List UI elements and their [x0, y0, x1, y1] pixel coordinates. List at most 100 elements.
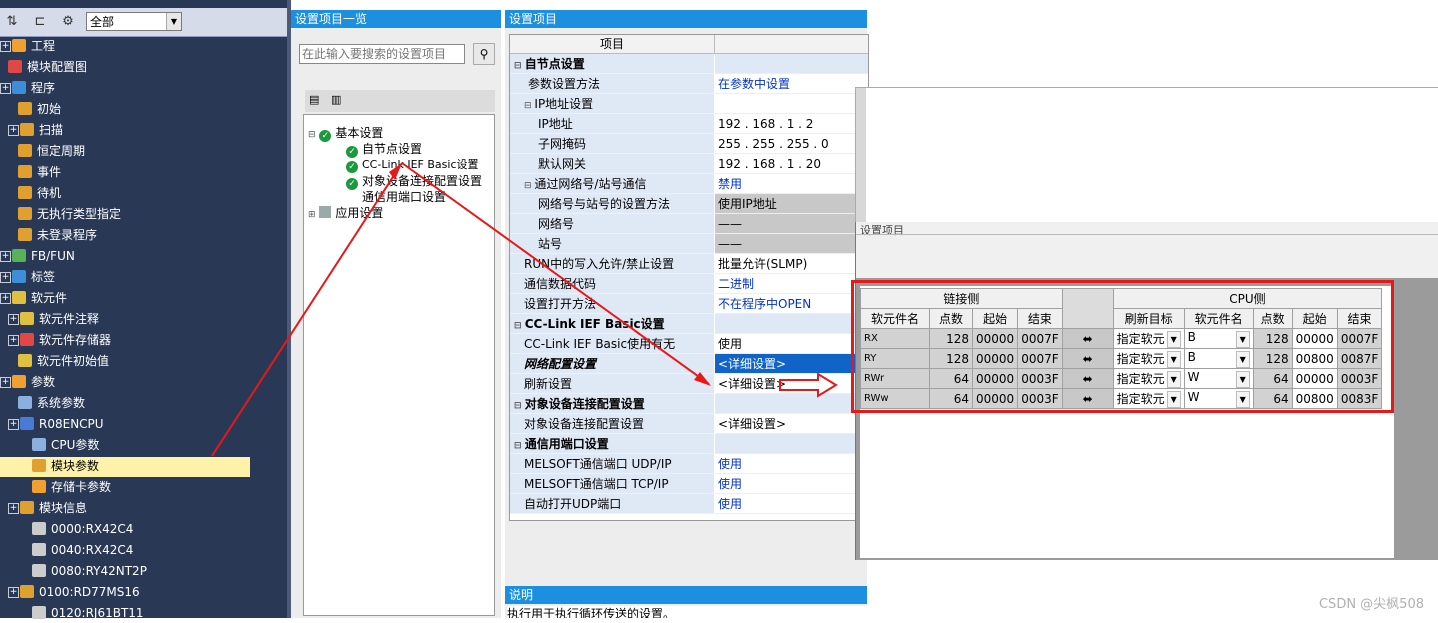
grid-value[interactable]: 255 . 255 . 255 . 0: [715, 134, 868, 154]
grid-row[interactable]: MELSOFT通信端口 TCP/IP 使用: [510, 474, 868, 494]
nav-item[interactable]: + FB/FUN: [0, 246, 75, 266]
search-input[interactable]: [299, 44, 465, 64]
tree-item-comm-port[interactable]: 通信用端口设置: [362, 189, 446, 205]
nav-item[interactable]: +0100:RD77MS16: [8, 582, 140, 602]
tree-item-target-device[interactable]: ✓ 对象设备连接配置设置: [346, 173, 482, 190]
nav-item[interactable]: + 程序: [0, 78, 55, 98]
tree-view-icon[interactable]: ⊏: [30, 12, 50, 32]
nav-item[interactable]: + 扫描: [8, 120, 63, 140]
grid-value[interactable]: [715, 394, 868, 414]
grid-value[interactable]: ——: [715, 234, 868, 254]
grid-row[interactable]: 自动打开UDP端口 使用: [510, 494, 868, 514]
grid-value[interactable]: 不在程序中OPEN: [715, 294, 868, 314]
expand-all-icon[interactable]: ▤: [309, 93, 319, 106]
tree-item-own-node[interactable]: ✓ 自节点设置: [346, 141, 422, 158]
collapse-icon[interactable]: ⊟: [524, 181, 534, 191]
sort-icon[interactable]: ⇅: [2, 12, 22, 32]
expand-icon[interactable]: +: [0, 272, 11, 283]
gear-icon[interactable]: ⚙: [58, 12, 78, 32]
grid-value[interactable]: <详细设置>: [715, 354, 868, 374]
expand-icon[interactable]: +: [0, 251, 11, 262]
grid-row[interactable]: 子网掩码 255 . 255 . 255 . 0: [510, 134, 868, 154]
grid-value[interactable]: 使用: [715, 454, 868, 474]
collapse-icon[interactable]: ⊟: [308, 130, 316, 140]
grid-row[interactable]: 网络号 ——: [510, 214, 868, 234]
grid-value[interactable]: 禁用: [715, 174, 868, 194]
nav-item[interactable]: 0120:RJ61BT11: [32, 603, 144, 623]
nav-item[interactable]: + 工程: [0, 36, 55, 56]
grid-row[interactable]: CC-Link IEF Basic使用有无 使用: [510, 334, 868, 354]
grid-value[interactable]: 批量允许(SLMP): [715, 254, 868, 274]
nav-item[interactable]: 初始: [18, 99, 61, 119]
nav-item[interactable]: + 模块信息: [8, 498, 87, 518]
collapse-all-icon[interactable]: ▥: [331, 93, 341, 106]
tree-item-cclink-ief[interactable]: ✓ CC-Link IEF Basic设置: [346, 157, 479, 173]
expand-icon[interactable]: +: [0, 41, 11, 52]
expand-icon[interactable]: +: [0, 377, 11, 388]
grid-row[interactable]: 网络号与站号的设置方法 使用IP地址: [510, 194, 868, 214]
grid-value[interactable]: 使用: [715, 494, 868, 514]
nav-item[interactable]: 模块配置图: [8, 57, 87, 77]
tree-item-basic-settings[interactable]: ⊟ ✓ 基本设置: [308, 125, 383, 142]
grid-section-row[interactable]: ⊟ CC-Link IEF Basic设置: [510, 314, 868, 334]
nav-item[interactable]: 无执行类型指定: [18, 204, 121, 224]
nav-item[interactable]: 软元件初始值: [18, 351, 109, 371]
grid-value[interactable]: [715, 54, 868, 74]
grid-value[interactable]: 在参数中设置: [715, 74, 868, 94]
grid-value[interactable]: 二进制: [715, 274, 868, 294]
binoculars-search-icon[interactable]: ⚲: [473, 43, 495, 65]
nav-item[interactable]: 0080:RY42NT2P: [32, 561, 147, 581]
grid-row[interactable]: 默认网关 192 . 168 . 1 . 20: [510, 154, 868, 174]
grid-value[interactable]: [715, 94, 868, 114]
grid-value[interactable]: 使用: [715, 334, 868, 354]
expand-icon[interactable]: +: [8, 419, 19, 430]
grid-value[interactable]: ——: [715, 214, 868, 234]
nav-item[interactable]: 存储卡参数: [32, 477, 111, 497]
grid-row[interactable]: ⊟ IP地址设置: [510, 94, 868, 114]
nav-item[interactable]: 恒定周期: [18, 141, 85, 161]
expand-icon[interactable]: ⊞: [308, 210, 316, 220]
grid-row[interactable]: RUN中的写入允许/禁止设置 批量允许(SLMP): [510, 254, 868, 274]
tree-item-app-settings[interactable]: ⊞ 应用设置: [308, 205, 383, 221]
nav-item[interactable]: 系统参数: [18, 393, 85, 413]
grid-value[interactable]: [715, 314, 868, 334]
nav-item[interactable]: + 参数: [0, 372, 55, 392]
nav-item[interactable]: 0040:RX42C4: [32, 540, 133, 560]
collapse-icon[interactable]: ⊟: [514, 321, 525, 331]
grid-value[interactable]: <详细设置>: [715, 374, 868, 394]
expand-icon[interactable]: +: [0, 293, 11, 304]
nav-item[interactable]: 事件: [18, 162, 61, 182]
nav-item[interactable]: + 软元件注释: [8, 309, 99, 329]
nav-item[interactable]: CPU参数: [32, 435, 99, 455]
grid-value[interactable]: 192 . 168 . 1 . 20: [715, 154, 868, 174]
grid-value[interactable]: <详细设置>: [715, 414, 868, 434]
grid-row[interactable]: MELSOFT通信端口 UDP/IP 使用: [510, 454, 868, 474]
collapse-icon[interactable]: ⊟: [514, 401, 525, 411]
grid-section-row[interactable]: ⊟ 对象设备连接配置设置: [510, 394, 868, 414]
grid-row[interactable]: 对象设备连接配置设置 <详细设置>: [510, 414, 868, 434]
expand-icon[interactable]: +: [8, 125, 19, 136]
collapse-icon[interactable]: ⊟: [514, 441, 525, 451]
filter-select[interactable]: 全部 ▼: [86, 12, 182, 31]
grid-value[interactable]: 192 . 168 . 1 . 2: [715, 114, 868, 134]
nav-item[interactable]: + 软元件存储器: [8, 330, 111, 350]
grid-row[interactable]: 设置打开方法 不在程序中OPEN: [510, 294, 868, 314]
grid-row[interactable]: 通信数据代码 二进制: [510, 274, 868, 294]
collapse-icon[interactable]: ⊟: [524, 101, 534, 111]
expand-icon[interactable]: +: [8, 503, 19, 514]
grid-row[interactable]: ⊟ 通过网络号/站号通信 禁用: [510, 174, 868, 194]
grid-section-row[interactable]: ⊟ 自节点设置: [510, 54, 868, 74]
nav-item[interactable]: 未登录程序: [18, 225, 97, 245]
grid-row[interactable]: IP地址 192 . 168 . 1 . 2: [510, 114, 868, 134]
grid-section-row[interactable]: ⊟ 通信用端口设置: [510, 434, 868, 454]
nav-item[interactable]: + 标签: [0, 267, 55, 287]
grid-row[interactable]: 站号 ——: [510, 234, 868, 254]
grid-row[interactable]: 网络配置设置 <详细设置>: [510, 354, 868, 374]
collapse-icon[interactable]: ⊟: [514, 61, 525, 71]
nav-item[interactable]: + R08ENCPU: [8, 414, 104, 434]
expand-icon[interactable]: +: [8, 314, 19, 325]
expand-icon[interactable]: +: [0, 83, 11, 94]
nav-item[interactable]: 0000:RX42C4: [32, 519, 133, 539]
nav-item[interactable]: 模块参数: [32, 456, 99, 476]
grid-value[interactable]: 使用: [715, 474, 868, 494]
